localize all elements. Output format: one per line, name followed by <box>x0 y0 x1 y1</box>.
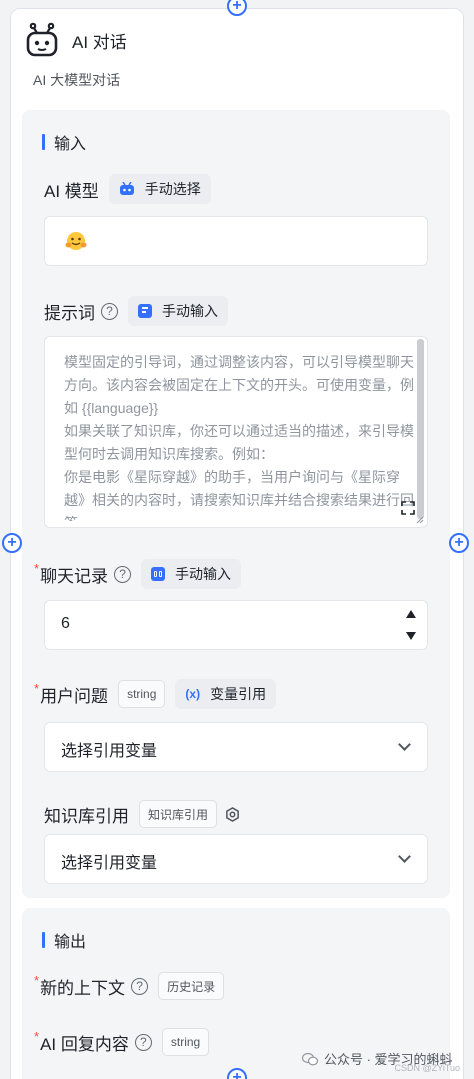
right-connector-handle[interactable]: + <box>449 533 469 553</box>
type-tag-string: string <box>118 680 166 708</box>
select-placeholder: 选择引用变量 <box>61 743 158 760</box>
expand-icon[interactable] <box>401 501 415 515</box>
chevron-down-icon <box>398 738 411 751</box>
knowledge-ref-field: 知识库引用 知识库引用 <box>44 800 240 828</box>
node-header: AI 对话 <box>24 22 127 58</box>
chevron-down-icon <box>398 850 411 863</box>
required-mark: * <box>34 1028 40 1044</box>
input-section-title: 输入 <box>42 130 86 154</box>
ai-model-field: AI 模型 手动选择 <box>44 174 211 204</box>
help-icon[interactable]: ? <box>101 302 118 320</box>
help-icon[interactable]: ? <box>131 977 149 995</box>
prompt-placeholder: 模型固定的引导词，通过调整该内容，可以引导模型聊天方向。该内容会被固定在上下文的… <box>64 354 414 521</box>
user-question-field: * 用户问题 string (x) 变量引用 <box>34 679 277 709</box>
ai-model-label: AI 模型 <box>44 181 99 201</box>
prompt-label: 提示词 <box>44 303 95 323</box>
prompt-field: 提示词 ? 手动输入 <box>44 296 228 326</box>
type-tag-history: 历史记录 <box>158 972 225 1000</box>
knowledge-ref-label: 知识库引用 <box>44 806 129 826</box>
prompt-mode-button[interactable]: 手动输入 <box>128 296 228 326</box>
required-mark: * <box>34 680 40 696</box>
ai-reply-label: AI 回复内容 <box>40 1034 129 1054</box>
gear-icon[interactable] <box>225 806 240 822</box>
chat-history-field: * 聊天记录 ? 手动输入 <box>34 559 242 589</box>
watermark-sub: CSDN @ZYiTuo <box>394 1063 460 1073</box>
hugging-face-emoji <box>65 232 87 250</box>
robot-small-icon <box>119 182 134 195</box>
user-question-label: 用户问题 <box>40 686 109 706</box>
output-section-title: 输出 <box>42 928 86 952</box>
new-context-label: 新的上下文 <box>40 978 126 998</box>
variable-icon: (x) <box>185 687 201 701</box>
knowledge-ref-select[interactable]: 选择引用变量 <box>44 834 428 884</box>
required-mark: * <box>34 972 40 988</box>
prompt-textarea[interactable]: 模型固定的引导词，通过调整该内容，可以引导模型聊天方向。该内容会被固定在上下文的… <box>44 336 428 528</box>
chat-history-number-input[interactable]: 6 <box>44 600 428 650</box>
chat-history-value: 6 <box>61 615 70 632</box>
new-context-output: * 新的上下文 ? 历史记录 <box>34 972 225 1000</box>
node-description: AI 大模型对话 <box>33 72 121 88</box>
ai-model-select[interactable] <box>44 216 428 266</box>
left-connector-handle[interactable]: + <box>2 533 22 553</box>
select-placeholder: 选择引用变量 <box>61 855 158 872</box>
prompt-scrollbar[interactable] <box>417 339 424 519</box>
text-input-icon <box>138 304 152 318</box>
required-mark: * <box>34 560 40 576</box>
type-tag-knowledge: 知识库引用 <box>139 800 218 828</box>
decrement-arrow-icon[interactable] <box>405 631 417 641</box>
number-input-icon <box>151 567 166 581</box>
user-question-select[interactable]: 选择引用变量 <box>44 722 428 772</box>
resize-handle[interactable] <box>416 516 424 524</box>
increment-arrow-icon[interactable] <box>405 609 417 619</box>
node-title: AI 对话 <box>72 32 127 52</box>
help-icon[interactable]: ? <box>134 1033 152 1051</box>
chat-history-label: 聊天记录 <box>40 566 109 586</box>
help-icon[interactable]: ? <box>114 565 132 583</box>
chat-history-mode-button[interactable]: 手动输入 <box>141 559 242 589</box>
ai-model-mode-button[interactable]: 手动选择 <box>108 174 211 204</box>
type-tag-string: string <box>161 1028 210 1056</box>
ai-reply-output: * AI 回复内容 ? string <box>34 1028 210 1056</box>
wechat-icon <box>302 1052 318 1065</box>
robot-icon <box>26 22 58 57</box>
user-question-mode-button[interactable]: (x) 变量引用 <box>175 679 277 709</box>
